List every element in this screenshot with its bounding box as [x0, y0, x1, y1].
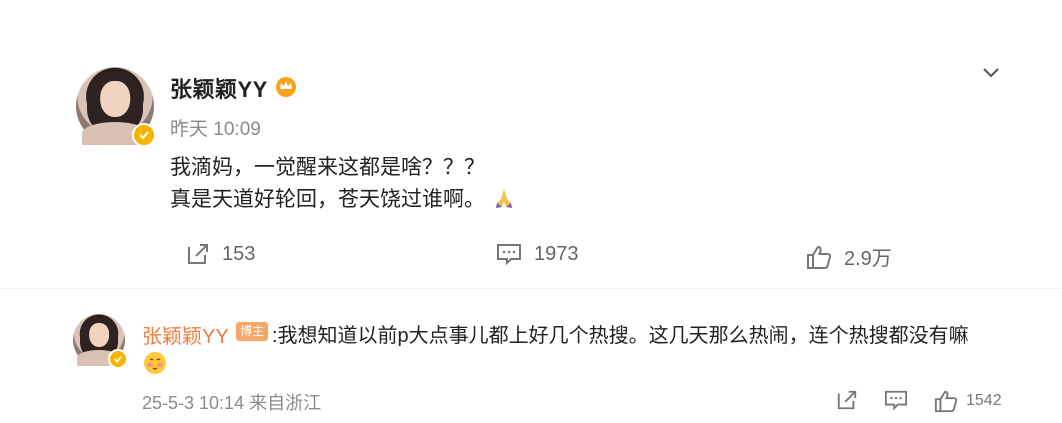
repost-icon: [188, 244, 208, 264]
crown-icon: [276, 77, 296, 97]
divider: [0, 288, 1062, 289]
verified-badge-icon: [132, 123, 156, 147]
comment-author-name[interactable]: 张颖颖YY: [142, 320, 229, 349]
blushing-emoji-icon: [144, 352, 166, 374]
comment-date: 25-5-3 10:14: [142, 393, 245, 413]
chevron-down-icon[interactable]: [980, 62, 1002, 84]
repost-icon: [837, 390, 857, 410]
thumbs-up-icon: [934, 390, 958, 413]
praying-hands-icon: [496, 189, 512, 208]
comment-like-button[interactable]: 1542: [934, 389, 1002, 413]
comment-icon: [885, 390, 907, 411]
thumbs-up-icon: [807, 245, 832, 269]
comment-repost-button[interactable]: [836, 389, 858, 411]
post-content: 我滴妈，一觉醒来这都是啥？？？ 真是天道好轮回，苍天饶过谁啊。: [170, 152, 515, 216]
comment-reply-button[interactable]: [884, 389, 908, 411]
like-count: 2.9万: [844, 248, 892, 270]
post-line-1: 我滴妈，一觉醒来这都是啥？？？: [170, 156, 485, 179]
post-author-name[interactable]: 张颖颖YY: [170, 72, 268, 104]
post-timestamp: 昨天 10:09: [170, 119, 261, 140]
like-button[interactable]: 2.9万: [806, 242, 892, 271]
repost-count: 153: [222, 242, 256, 265]
comment-button[interactable]: 1973: [496, 242, 579, 266]
verified-badge-icon: [108, 349, 128, 369]
comment-like-count: 1542: [966, 392, 1002, 409]
comment-icon: [497, 244, 521, 266]
post-line-2: 真是天道好轮回，苍天饶过谁啊。: [170, 184, 515, 216]
repost-button[interactable]: 153: [186, 242, 255, 266]
comment-avatar[interactable]: [73, 314, 128, 369]
comment-count: 1973: [534, 242, 579, 265]
post-avatar[interactable]: [76, 67, 156, 147]
comment-text: :我想知道以前p大点事儿都上好几个热搜。这几天那么热闹，连个热搜都没有嘛: [272, 325, 969, 347]
comment-meta: 25-5-3 10:14 来自浙江: [142, 389, 321, 415]
comment-location: 来自浙江: [249, 393, 322, 413]
author-badge: 博主: [236, 322, 269, 341]
